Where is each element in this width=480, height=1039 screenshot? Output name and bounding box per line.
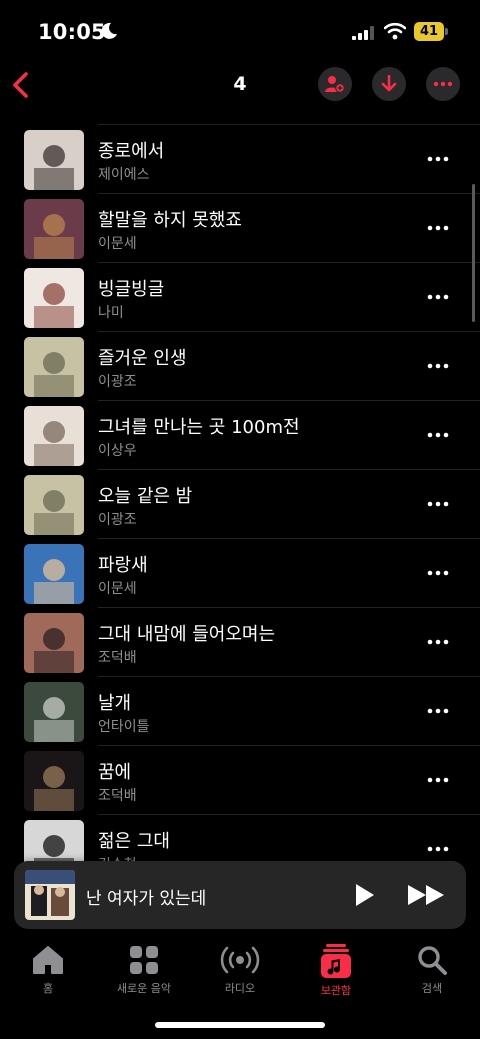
song-more-icon[interactable]: [426, 632, 450, 652]
song-title: 종로에서: [98, 141, 165, 162]
song-more-icon[interactable]: [426, 494, 450, 514]
album-artwork: [24, 199, 84, 259]
song-more-icon[interactable]: [426, 149, 450, 169]
song-row[interactable]: 날개언타이틀: [0, 677, 480, 746]
tab-library[interactable]: 보관함: [288, 944, 384, 998]
song-row[interactable]: 꿈에조덕배: [0, 746, 480, 815]
song-more-icon[interactable]: [426, 425, 450, 445]
tab-search[interactable]: 검색: [384, 944, 480, 996]
radio-icon: [220, 946, 260, 974]
song-title: 즐거운 인생: [98, 348, 187, 369]
moon-icon: [101, 22, 117, 39]
album-artwork: [24, 682, 84, 742]
song-row[interactable]: 할말을 하지 못했죠이문세: [0, 194, 480, 263]
scroll-indicator[interactable]: [472, 184, 475, 322]
album-artwork: [24, 268, 84, 328]
nav-bar: 4: [0, 60, 480, 110]
album-artwork: [24, 544, 84, 604]
song-artist: 이문세: [98, 581, 137, 597]
song-row[interactable]: 그대 내맘에 들어오며는조덕배: [0, 608, 480, 677]
song-artist: 이광조: [98, 512, 137, 528]
album-artwork: [24, 820, 84, 864]
song-title: 꿈에: [98, 762, 132, 783]
song-title: 할말을 하지 못했죠: [98, 210, 242, 231]
cellular-signal-icon: [352, 26, 374, 40]
song-title: 날개: [98, 693, 132, 714]
song-more-icon[interactable]: [426, 218, 450, 238]
song-row[interactable]: 빙글빙글나미: [0, 263, 480, 332]
song-row[interactable]: 즐거운 인생이광조: [0, 332, 480, 401]
song-title: 오늘 같은 밤: [98, 486, 193, 507]
song-more-icon[interactable]: [426, 839, 450, 859]
wifi-icon: [384, 22, 406, 40]
song-title: 파랑새: [98, 555, 148, 576]
song-more-icon[interactable]: [426, 701, 450, 721]
download-button[interactable]: [372, 67, 406, 101]
page-title: 4: [233, 73, 247, 95]
search-icon: [418, 946, 447, 975]
song-artist: 언타이틀: [98, 719, 150, 735]
song-more-icon[interactable]: [426, 563, 450, 583]
person-add-icon: [325, 76, 345, 93]
home-icon: [33, 946, 63, 974]
status-time: 10:05: [38, 20, 106, 44]
song-row[interactable]: 파랑새이문세: [0, 539, 480, 608]
tab-new-music[interactable]: 새로운 음악: [96, 944, 192, 996]
battery-level: 41: [414, 22, 444, 41]
song-title: 그대 내맘에 들어오며는: [98, 624, 276, 645]
back-chevron-icon[interactable]: [6, 68, 36, 102]
now-playing-title: 난 여자가 있는데: [86, 889, 207, 909]
song-more-icon[interactable]: [426, 287, 450, 307]
tab-radio[interactable]: 라디오: [192, 944, 288, 996]
song-artist: 이문세: [98, 236, 137, 252]
song-row[interactable]: 젊은 그대김수철: [0, 815, 480, 864]
more-options-button[interactable]: [426, 67, 460, 101]
album-artwork: [24, 613, 84, 673]
song-artist: 나미: [98, 305, 124, 321]
song-title: 그녀를 만나는 곳 100m전: [98, 417, 300, 438]
ellipsis-icon: [433, 81, 453, 87]
download-arrow-icon: [381, 75, 397, 92]
add-collaborator-button[interactable]: [318, 67, 352, 101]
song-row[interactable]: 오늘 같은 밤이광조: [0, 470, 480, 539]
song-artist: 이상우: [98, 443, 137, 459]
now-playing-artwork: [25, 870, 75, 920]
album-artwork: [24, 337, 84, 397]
song-artist: 조덕배: [98, 788, 137, 804]
album-artwork: [24, 751, 84, 811]
tab-home[interactable]: 홈: [0, 944, 96, 996]
library-icon: [321, 944, 351, 978]
song-artist: 조덕배: [98, 650, 137, 666]
home-indicator: [155, 1022, 325, 1028]
status-bar: 10:05 41: [0, 0, 480, 60]
song-title: 젊은 그대: [98, 831, 170, 852]
song-row[interactable]: 종로에서제이에스: [0, 125, 480, 194]
album-artwork: [24, 406, 84, 466]
song-row[interactable]: 그녀를 만나는 곳 100m전이상우: [0, 401, 480, 470]
song-list[interactable]: 종로에서 제이에스 할말을 하지 못했죠 이문세 빙글빙글 나미 즐거운 인생 이광조 그녀를 …: [0, 124, 480, 864]
song-title: 빙글빙글: [98, 279, 165, 300]
song-more-icon[interactable]: [426, 770, 450, 790]
album-artwork: [24, 130, 84, 190]
play-icon[interactable]: [350, 881, 378, 909]
mini-player[interactable]: 난 여자가 있는데: [14, 861, 466, 929]
battery-icon: 41: [414, 22, 448, 41]
album-artwork: [24, 475, 84, 535]
song-more-icon[interactable]: [426, 356, 450, 376]
song-artist: 제이에스: [98, 167, 150, 183]
fast-forward-icon[interactable]: [406, 881, 448, 909]
grid-icon: [130, 946, 158, 974]
song-artist: 이광조: [98, 374, 137, 390]
